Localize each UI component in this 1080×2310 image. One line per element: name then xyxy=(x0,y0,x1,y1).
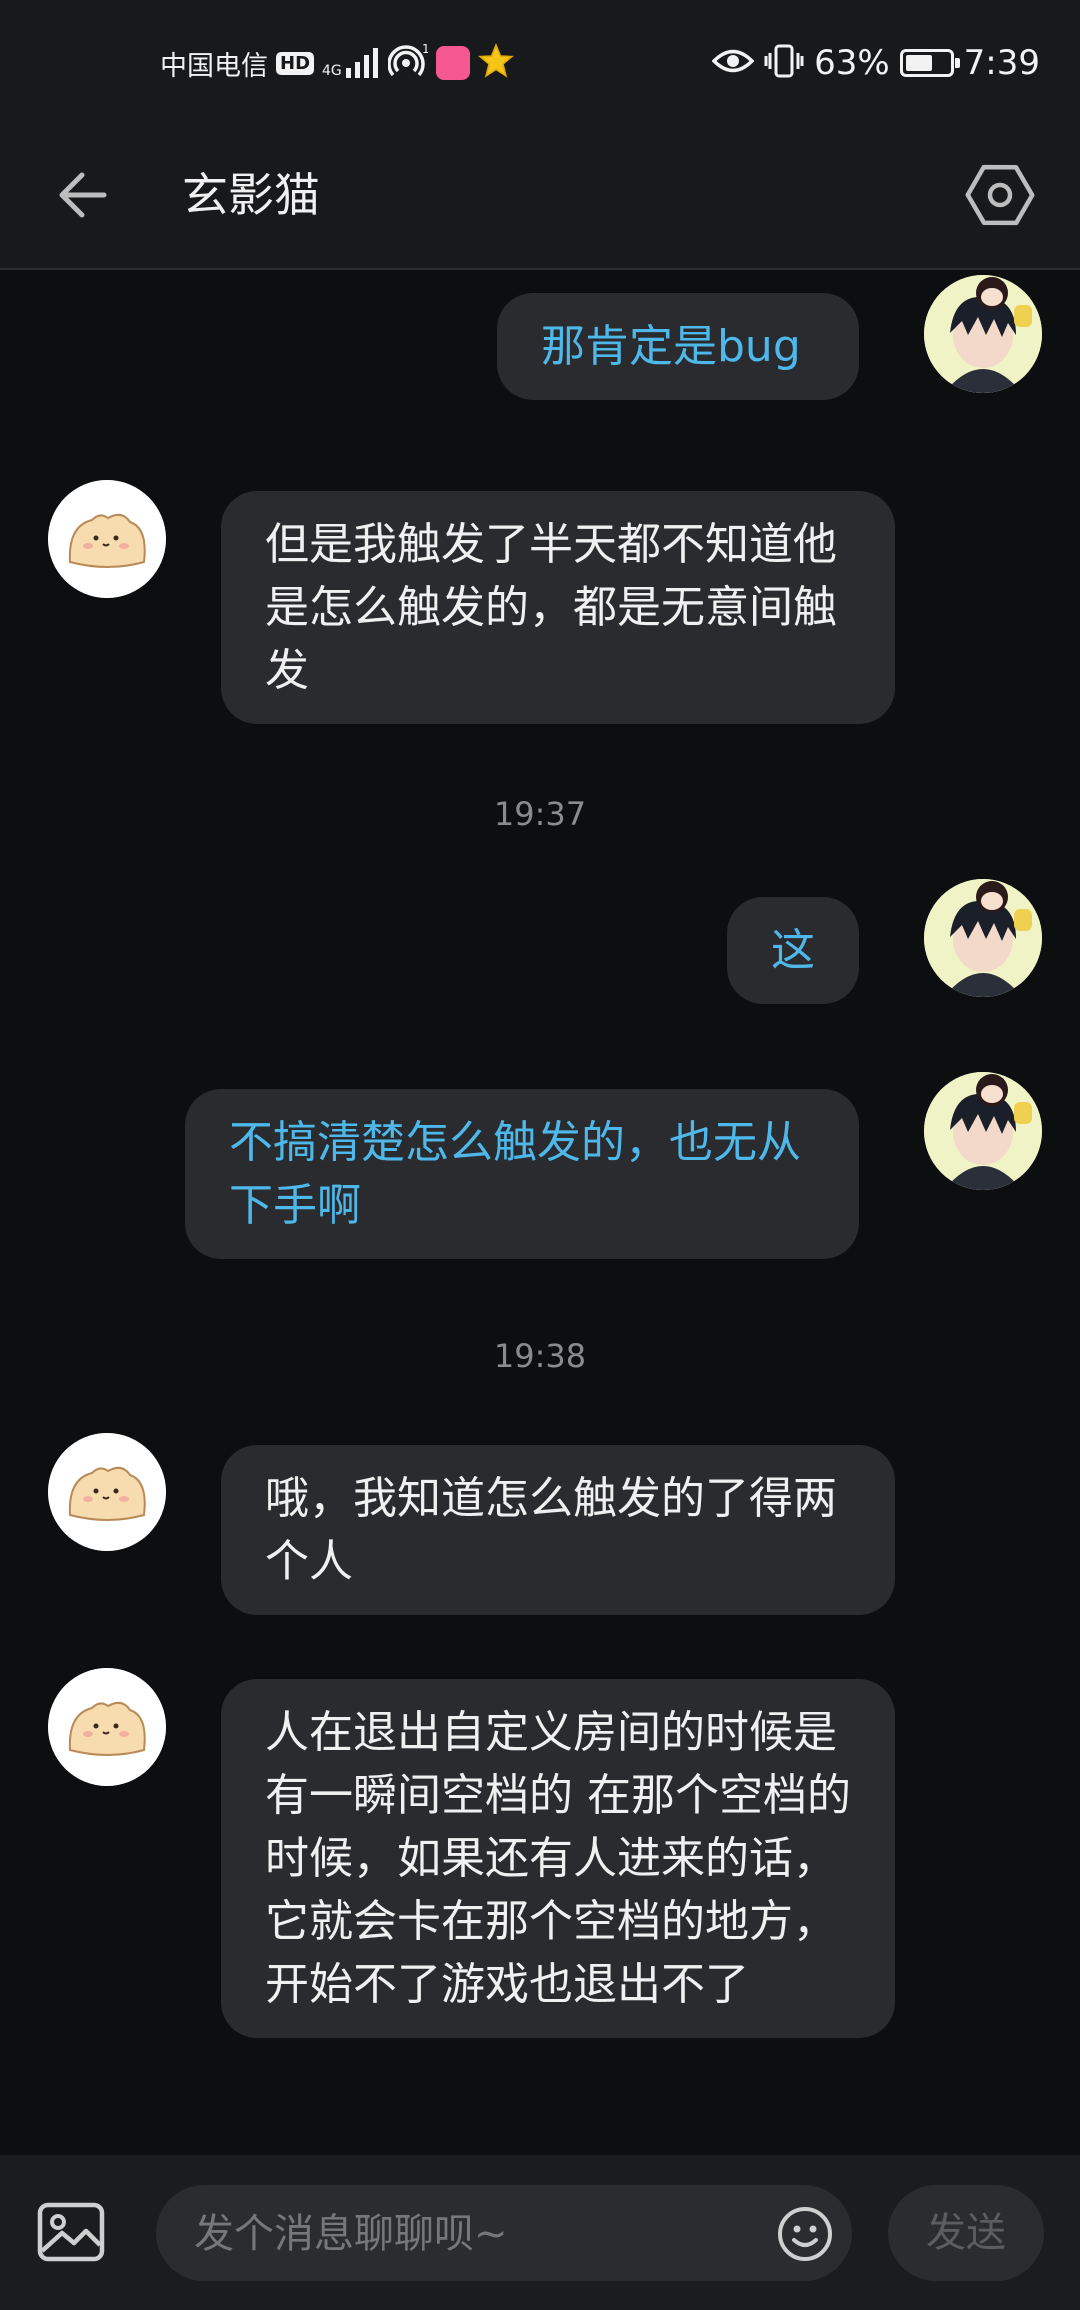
image-picker-button[interactable] xyxy=(36,2197,106,2267)
composer-bar: 发送 xyxy=(0,2155,1080,2310)
emoji-button[interactable] xyxy=(776,2205,834,2263)
contact-avatar[interactable] xyxy=(48,1668,166,1786)
svg-text:1: 1 xyxy=(422,42,428,56)
back-button[interactable] xyxy=(52,163,116,227)
vibrate-icon xyxy=(764,43,804,83)
battery-icon xyxy=(899,49,960,77)
arrow-left-icon xyxy=(59,172,107,218)
settings-button[interactable] xyxy=(960,155,1040,235)
hd-badge: HD xyxy=(276,51,315,75)
status-left: 中国电信 HD 4G 1 xyxy=(160,40,514,86)
star-app-icon xyxy=(477,43,514,83)
signal-icon: 4G xyxy=(322,48,380,78)
my-avatar[interactable] xyxy=(924,879,1042,997)
contact-avatar[interactable] xyxy=(48,480,166,598)
carrier-name: 中国电信 xyxy=(160,50,268,82)
settings-hexagon-icon xyxy=(965,164,1035,226)
image-icon xyxy=(37,2202,105,2262)
chat-header: 玄影猫 xyxy=(0,125,1080,270)
my-avatar[interactable] xyxy=(924,1072,1042,1190)
message-bubble-mine[interactable]: 那肯定是bug xyxy=(497,293,859,400)
chat-title: 玄影猫 xyxy=(182,168,320,222)
message-list[interactable]: 那肯定是bug 但是我触发了半天都不知道他是怎么触发的，都是无意间触发 19:3… xyxy=(0,270,1080,2155)
status-bar: 中国电信 HD 4G 1 63% 7:39 xyxy=(0,0,1080,125)
bilibili-app-icon xyxy=(435,46,470,80)
smiley-icon xyxy=(778,2207,832,2261)
hotspot-icon: 1 xyxy=(387,41,429,85)
contact-avatar[interactable] xyxy=(48,1433,166,1551)
my-avatar[interactable] xyxy=(924,275,1042,393)
battery-level xyxy=(905,55,932,71)
message-bubble-mine[interactable]: 这 xyxy=(727,897,859,1004)
message-bubble-other[interactable]: 哦，我知道怎么触发的了得两个人 xyxy=(221,1445,895,1615)
timestamp: 19:37 xyxy=(493,795,587,833)
clock: 7:39 xyxy=(963,43,1040,83)
timestamp: 19:38 xyxy=(493,1337,587,1375)
status-right: 63% 7:39 xyxy=(711,40,1040,86)
battery-percent: 63% xyxy=(814,43,890,83)
message-bubble-mine[interactable]: 不搞清楚怎么触发的，也无从下手啊 xyxy=(185,1089,859,1259)
message-bubble-other[interactable]: 但是我触发了半天都不知道他是怎么触发的，都是无意间触发 xyxy=(221,491,895,724)
network-type: 4G xyxy=(322,63,342,79)
message-input[interactable] xyxy=(192,2185,756,2283)
message-bubble-other[interactable]: 人在退出自定义房间的时候是有一瞬间空档的 在那个空档的时候，如果还有人进来的话，… xyxy=(221,1679,895,2038)
send-button[interactable]: 发送 xyxy=(888,2185,1044,2281)
message-input-wrapper xyxy=(156,2185,852,2283)
eye-icon xyxy=(711,46,755,80)
